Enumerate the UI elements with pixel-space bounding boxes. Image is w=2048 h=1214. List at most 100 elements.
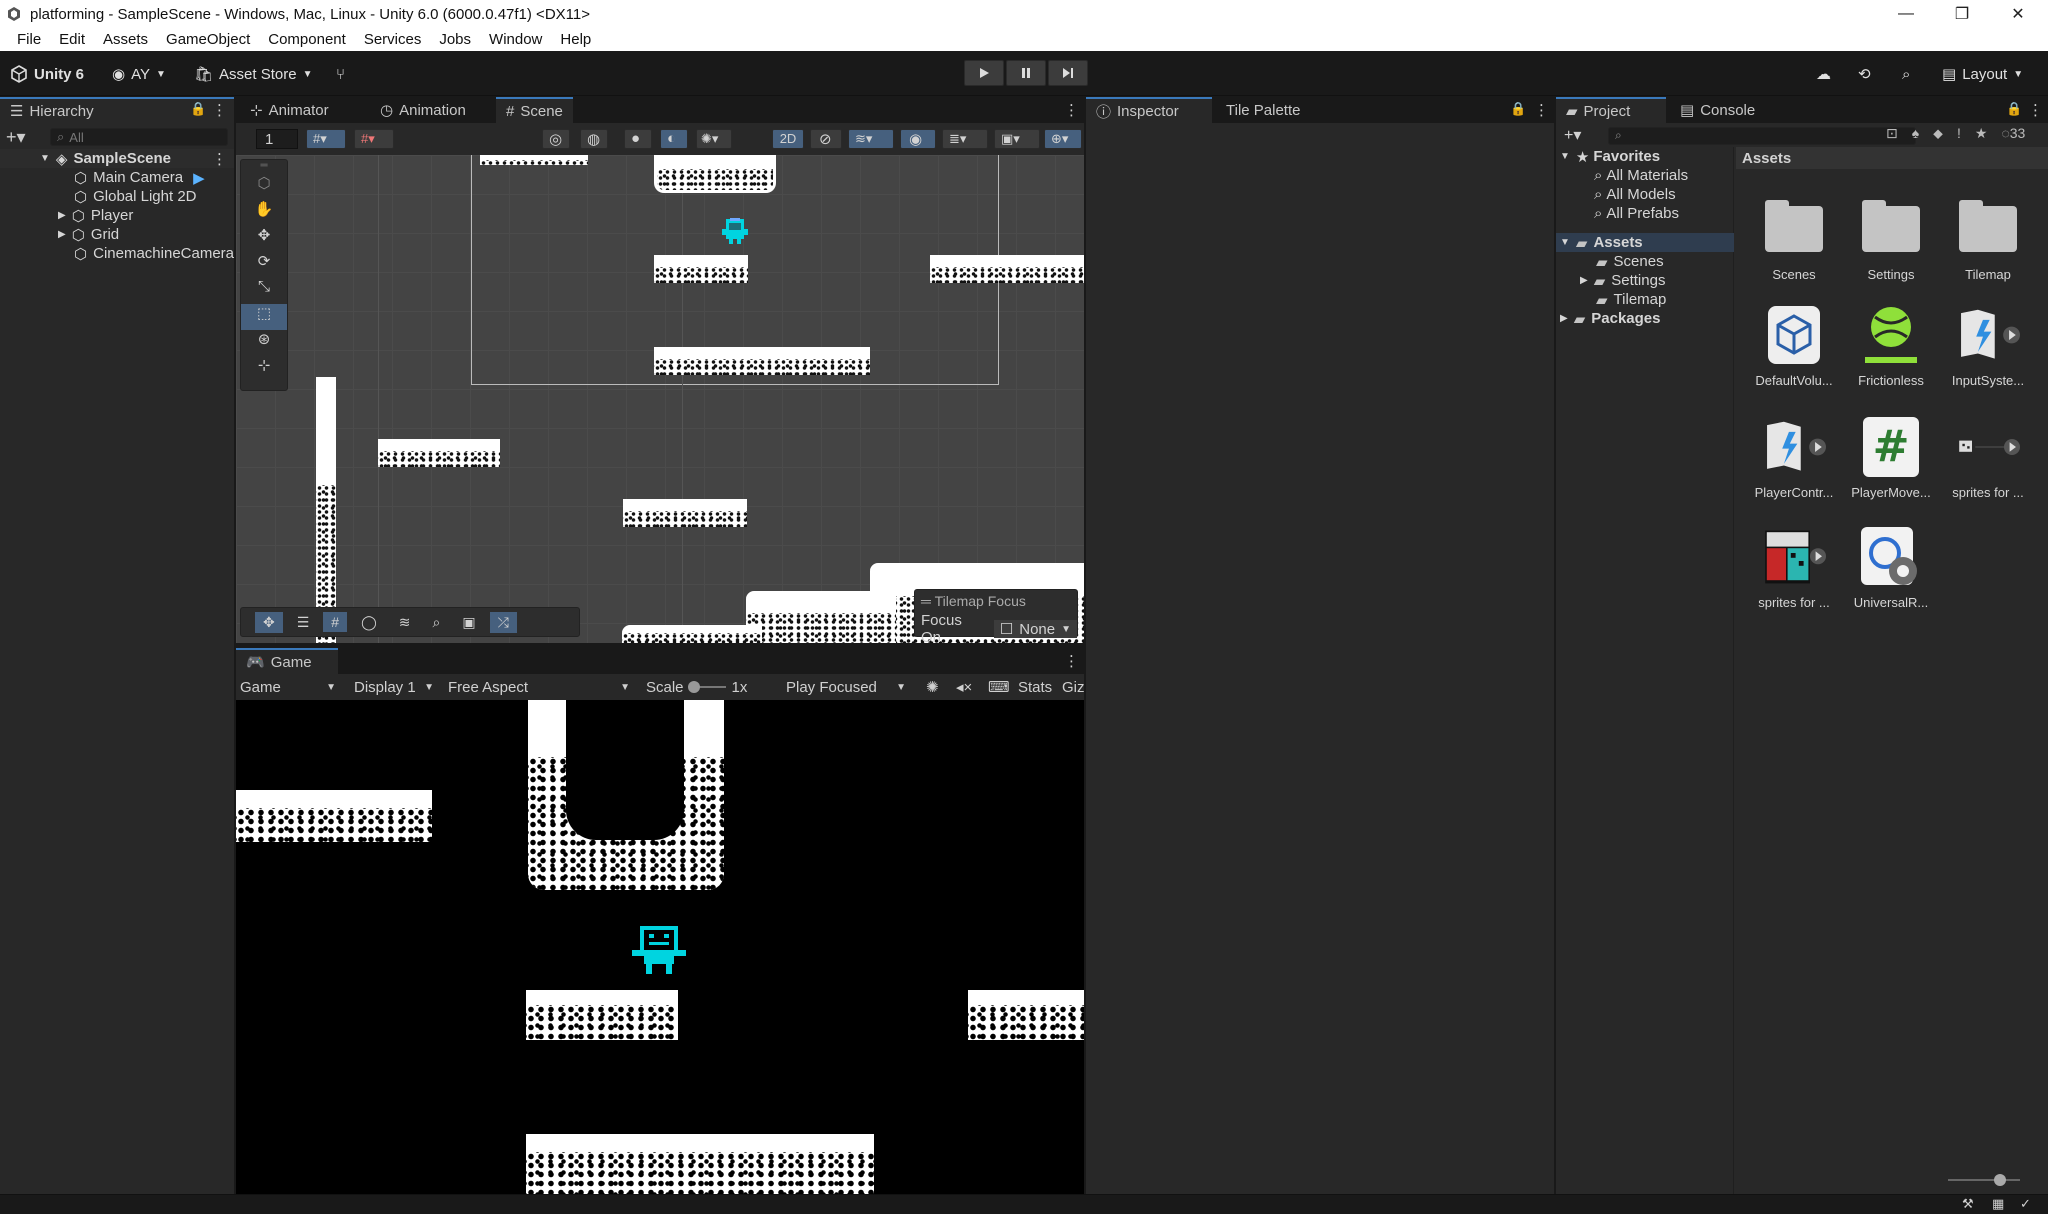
play-focused-dropdown[interactable]: Play Focused ▼ (782, 677, 912, 697)
project-search-input[interactable]: ⌕ (1608, 127, 1916, 145)
scale-tool-icon[interactable]: ⤡ (241, 278, 287, 304)
tab-inspector[interactable]: ⓘ Inspector (1086, 97, 1212, 123)
visibility-button[interactable]: ◉ (900, 129, 936, 149)
aspect-dropdown[interactable]: Free Aspect ▼ (444, 677, 636, 697)
view-cube-icon[interactable]: ⬡ (241, 174, 287, 200)
hierarchy-item[interactable]: ⬡ Global Light 2D (74, 187, 197, 206)
close-button[interactable]: ✕ (1990, 0, 2046, 28)
step-button[interactable] (1048, 60, 1088, 86)
scene-menu-icon[interactable]: ⋮ (212, 150, 227, 168)
assets-root-row[interactable]: ▼ ▰ Assets (1556, 233, 1734, 252)
hand-tool-icon[interactable]: ✋ (241, 200, 287, 226)
transform-tool-icon[interactable]: ⊛ (241, 330, 287, 356)
grid-icon[interactable]: # (323, 612, 348, 632)
gizmos-button[interactable]: Giz (1058, 677, 1084, 697)
drag-handle-icon[interactable]: ═ (921, 593, 935, 609)
tab-project[interactable]: ▰ Project (1556, 97, 1666, 123)
icon-size-slider[interactable] (1948, 1174, 2020, 1186)
more-options-icon[interactable]: ⋮ (1064, 101, 1079, 119)
drag-handle-icon[interactable]: ═ (241, 160, 287, 174)
favorite-item[interactable]: ⌕ All Models (1594, 185, 1676, 204)
lighting-button[interactable]: ◐ (660, 129, 688, 149)
menu-jobs[interactable]: Jobs (430, 31, 480, 48)
expand-arrow-icon[interactable]: ▶ (1580, 275, 1588, 286)
cache-server-icon[interactable]: ▦ (1992, 1196, 2004, 1212)
shuffle-icon[interactable]: ⤮ (489, 611, 517, 633)
wireframe-button[interactable]: ◍ (580, 129, 608, 149)
menu-gameobject[interactable]: GameObject (157, 31, 259, 48)
more-options-icon[interactable]: ⋮ (2028, 101, 2043, 119)
gizmos-button[interactable]: ⊕▾ (1044, 129, 1082, 149)
move-tool-icon[interactable]: ✥ (255, 611, 283, 633)
layers-icon[interactable]: ≋ (391, 612, 419, 633)
hidden-packages-button[interactable]: ◌33 (2001, 125, 2025, 142)
asset-tile[interactable]: PlayerContr... (1746, 415, 1842, 500)
version-control-button[interactable]: ⑂ (336, 61, 345, 87)
tab-scene[interactable]: # Scene (496, 97, 573, 123)
packages-row[interactable]: ▶ ▰ Packages (1560, 309, 1660, 328)
hierarchy-search-input[interactable]: ⌕ All (50, 128, 228, 146)
game-viewport[interactable] (236, 700, 1084, 1194)
scene-viewport[interactable]: ═ ⬡ ✋ ✥ ⟳ ⤡ ⬚ ⊛ ⊹ ✥ ☰ # ◯ ≋ ⌕ ▣ ⤮ ═ Tile… (236, 155, 1084, 643)
asset-tile[interactable]: Settings (1843, 197, 1939, 282)
assets-breadcrumb[interactable]: Assets (1736, 147, 2048, 169)
tab-tile-palette[interactable]: Tile Palette (1216, 97, 1310, 123)
asset-tile[interactable]: Tilemap (1940, 197, 2036, 282)
favorite-item[interactable]: ⌕ All Materials (1594, 166, 1688, 185)
more-options-icon[interactable]: ⋮ (1534, 101, 1549, 119)
grid-snap-button[interactable]: #▾ (306, 129, 346, 149)
pause-button[interactable] (1006, 60, 1046, 86)
menu-edit[interactable]: Edit (50, 31, 94, 48)
asset-tile[interactable]: # PlayerMove... (1843, 415, 1939, 500)
bug-button[interactable]: ✺ (922, 677, 950, 697)
layer-input[interactable]: 1 (256, 129, 298, 149)
menu-help[interactable]: Help (551, 31, 600, 48)
shaded-button[interactable]: ● (624, 129, 652, 149)
slider-thumb[interactable] (1994, 1174, 2006, 1186)
asset-tile[interactable]: DefaultVolu... (1746, 303, 1842, 388)
asset-tile[interactable]: UniversalR... (1843, 525, 1939, 610)
asset-folder-item[interactable]: ▶ ▰ Settings (1580, 271, 1665, 290)
maximize-button[interactable]: ❐ (1934, 0, 1990, 28)
progress-icon[interactable]: ⚒ (1962, 1196, 1974, 1212)
lock-icon[interactable]: 🔒 (190, 101, 206, 117)
minimize-button[interactable]: — (1878, 0, 1934, 28)
notifications-icon[interactable]: ✓ (2020, 1196, 2031, 1212)
draw-mode-button[interactable]: ≣▾ (942, 129, 988, 149)
favorite-item[interactable]: ⌕ All Prefabs (1594, 204, 1679, 223)
sliders-icon[interactable]: ☰ (289, 612, 318, 633)
asset-tile[interactable]: Frictionless (1843, 303, 1939, 388)
2d-mode-button[interactable]: 2D (772, 129, 804, 149)
slider-thumb[interactable] (687, 681, 700, 693)
cloud-button[interactable]: ☁ (1816, 61, 1831, 87)
camera-settings-button[interactable]: ▣▾ (994, 129, 1040, 149)
menu-file[interactable]: File (8, 31, 50, 48)
star-icon[interactable]: ★ (1975, 125, 1988, 142)
audio-button[interactable]: ⊘ (810, 129, 842, 149)
hierarchy-item[interactable]: ▶ ⬡ Player (58, 206, 133, 225)
label-icon[interactable]: ⬥ (1933, 125, 1943, 142)
favorites-row[interactable]: ▼ ★ Favorites (1560, 147, 1660, 166)
expand-arrow-icon[interactable]: ▶ (1560, 313, 1568, 324)
scene-row[interactable]: ▼ ◈ SampleScene ⋮ (0, 149, 234, 168)
asset-folder-item[interactable]: ▰ Tilemap (1596, 290, 1666, 309)
search-button[interactable]: ⌕ (1902, 61, 1910, 87)
custom-tool-icon[interactable]: ⊹ (241, 356, 287, 382)
unity-brand[interactable]: Unity 6 (10, 61, 84, 87)
play-button[interactable] (964, 60, 1004, 86)
hierarchy-item[interactable]: ▶ ⬡ Grid (58, 225, 119, 244)
display-dropdown[interactable]: Display 1 ▼ (350, 677, 440, 697)
effects-button[interactable]: ✺▾ (696, 129, 732, 149)
lock-icon[interactable]: 🔒 (1510, 101, 1526, 117)
asset-tile[interactable]: InputSyste... (1940, 303, 2036, 388)
tab-animation[interactable]: ◷ Animation (370, 97, 476, 123)
asset-tile[interactable]: sprites for ... (1746, 525, 1842, 610)
hierarchy-item[interactable]: ⬡ Main Camera ▶ (74, 168, 205, 187)
menu-services[interactable]: Services (355, 31, 431, 48)
hierarchy-item[interactable]: ⬡ CinemachineCamera (74, 244, 234, 263)
circle-icon[interactable]: ◯ (353, 612, 385, 633)
more-options-icon[interactable]: ⋮ (1064, 652, 1079, 670)
mute-audio-button[interactable]: ◂× (952, 677, 980, 697)
tab-game[interactable]: 🎮 Game (236, 648, 338, 674)
grid-toggle-button[interactable]: #▾ (354, 129, 394, 149)
